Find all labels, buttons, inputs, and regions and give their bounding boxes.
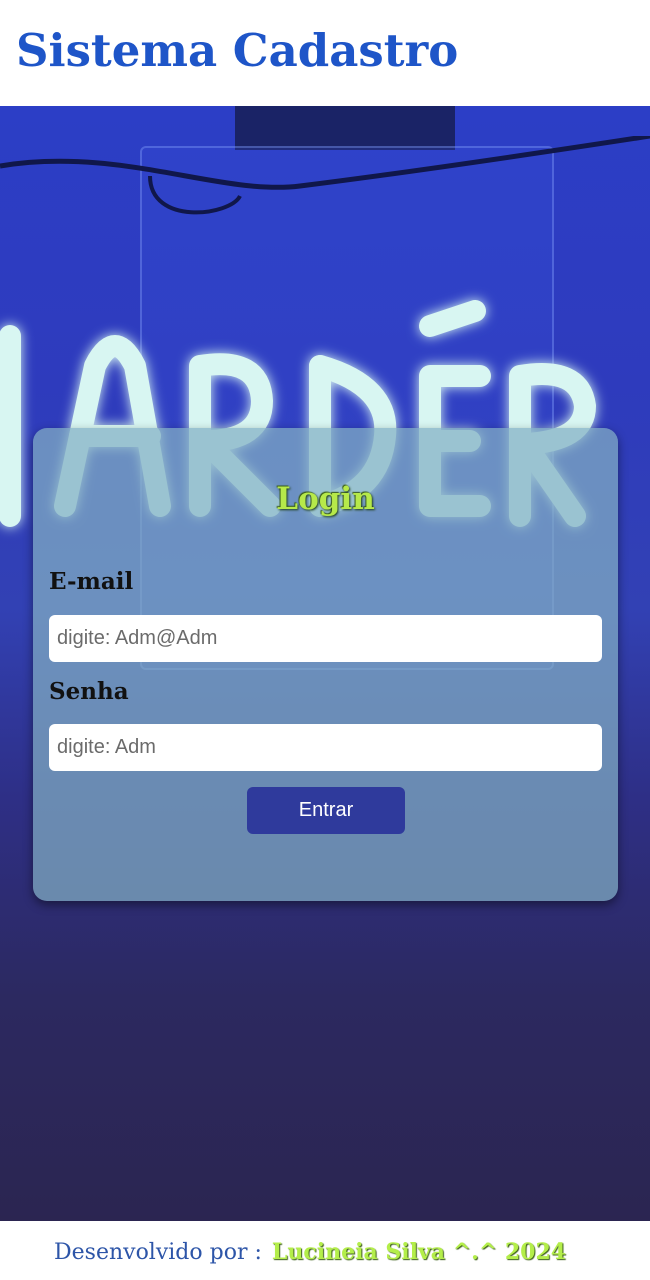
login-button[interactable]: Entrar [247, 787, 405, 834]
site-title: Sistema Cadastro [16, 24, 459, 77]
footer-credit: Desenvolvido por : Lucineia Silva ^.^ 202… [54, 1237, 566, 1268]
email-field[interactable] [49, 615, 602, 662]
footer-label: Desenvolvido por : [54, 1240, 262, 1265]
login-card: Login E-mail Senha Entrar [33, 428, 618, 901]
password-field[interactable] [49, 724, 602, 771]
page-footer: Desenvolvido por : Lucineia Silva ^.^ 202… [0, 1221, 650, 1280]
footer-author: Lucineia Silva ^.^ 2024 [271, 1239, 567, 1265]
hero-background: Login E-mail Senha Entrar [0, 106, 650, 1221]
neon-cable-icon [0, 136, 650, 215]
email-label: E-mail [49, 568, 134, 595]
password-label: Senha [49, 678, 129, 705]
page-header: Sistema Cadastro [0, 0, 650, 106]
login-title: Login [276, 481, 375, 517]
